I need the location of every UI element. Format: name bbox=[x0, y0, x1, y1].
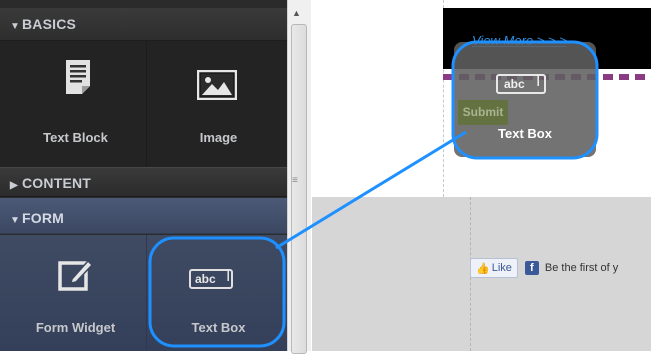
highlight-ring-tile bbox=[148, 236, 286, 348]
connector-line bbox=[275, 130, 467, 250]
highlight-ring-drag bbox=[451, 40, 599, 160]
highlight-overlay bbox=[148, 40, 599, 348]
